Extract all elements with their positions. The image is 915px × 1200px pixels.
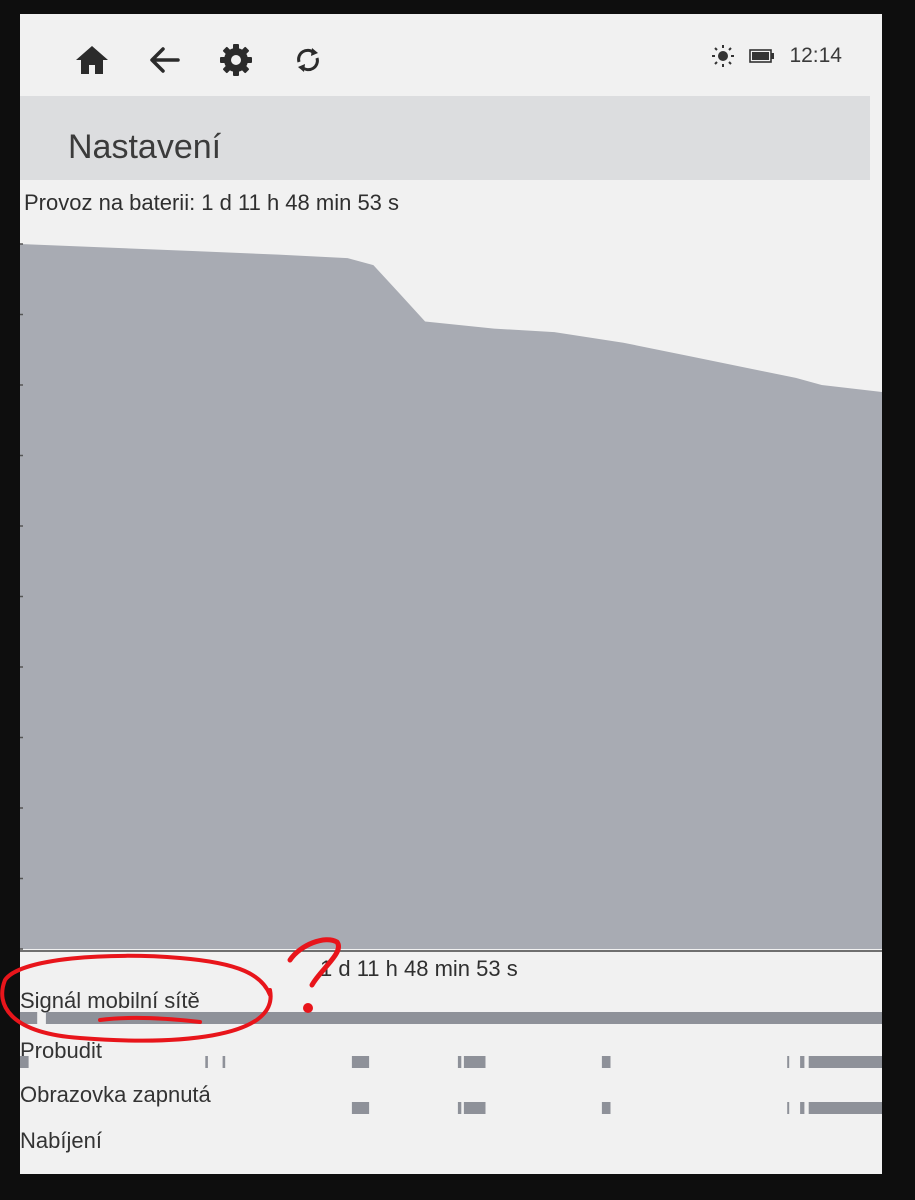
battery-icon xyxy=(749,49,775,63)
timeline-segment xyxy=(351,1056,370,1068)
battery-usage-label: Provoz na baterii: 1 d 11 h 48 min 53 s xyxy=(24,190,400,215)
battery-chart xyxy=(20,224,882,954)
timeline-segment xyxy=(457,1102,462,1114)
timeline-bar-signal xyxy=(20,1010,882,1026)
battery-level-area xyxy=(20,244,882,949)
brightness-icon[interactable] xyxy=(711,44,735,68)
timeline-segment xyxy=(205,1056,208,1068)
timeline-bar-screen-on xyxy=(20,1100,882,1116)
toolbar: 12:14 xyxy=(20,14,882,96)
timeline-segment xyxy=(808,1056,882,1068)
timeline-segment xyxy=(351,1102,370,1114)
timeline-segment xyxy=(457,1056,462,1068)
timeline-segment xyxy=(222,1056,226,1068)
timeline-segment xyxy=(601,1102,611,1114)
sync-icon[interactable] xyxy=(288,40,328,80)
status-time: 12:14 xyxy=(789,44,842,67)
page-title: Nastavení xyxy=(68,128,222,166)
gear-icon[interactable] xyxy=(216,40,256,80)
device-screen: 12:14 Nastavení Provoz na baterii: 1 d 1… xyxy=(20,14,882,1174)
home-icon[interactable] xyxy=(72,40,112,80)
timeline-bar-wake xyxy=(20,1054,882,1070)
timeline-segment xyxy=(601,1056,611,1068)
timeline-bar-charging xyxy=(20,1148,882,1164)
back-arrow-icon[interactable] xyxy=(144,40,184,80)
timeline-segment xyxy=(787,1056,790,1068)
status-bar: 12:14 xyxy=(711,44,842,68)
timeline-segment xyxy=(20,1012,38,1024)
timeline-segment xyxy=(45,1012,882,1024)
timeline-segment xyxy=(20,1056,29,1068)
timeline-segment xyxy=(808,1102,882,1114)
timeline-segment xyxy=(800,1056,805,1068)
timeline-segment xyxy=(800,1102,805,1114)
timeline-segment xyxy=(787,1102,790,1114)
battery-chart-svg xyxy=(20,243,882,952)
timeline-segment xyxy=(463,1102,486,1114)
timeline-segment xyxy=(463,1056,486,1068)
battery-duration-label: 1 d 11 h 48 min 53 s xyxy=(320,956,518,981)
